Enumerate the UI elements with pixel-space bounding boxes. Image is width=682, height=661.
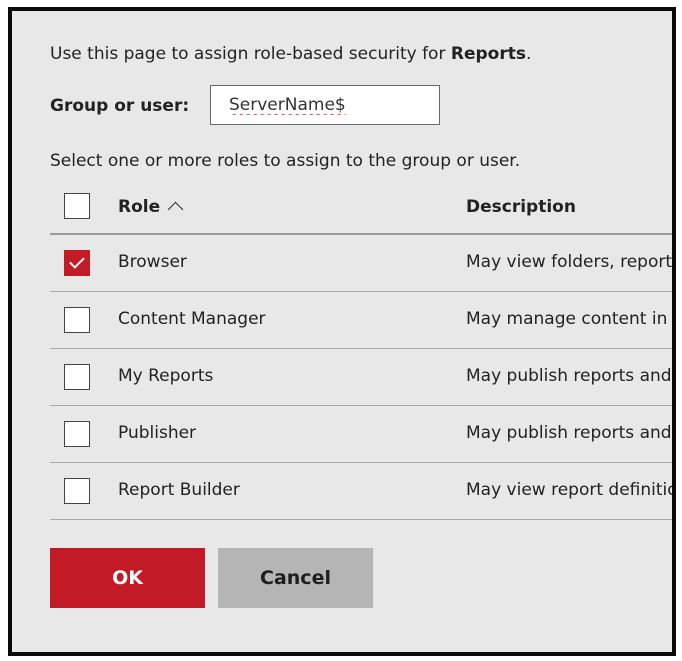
role-description: May manage content in the Report Server. <box>466 309 672 329</box>
instruction-text: Select one or more roles to assign to th… <box>50 151 521 171</box>
role-name: Publisher <box>118 423 197 443</box>
select-all-checkbox[interactable] <box>64 193 90 219</box>
ok-button[interactable]: OK <box>50 548 205 608</box>
role-column-label: Role <box>118 197 161 217</box>
table-row: Content Manager May manage content in the… <box>50 292 672 349</box>
intro-prefix: Use this page to assign role-based secur… <box>50 44 451 64</box>
intro-text: Use this page to assign role-based secur… <box>50 44 531 64</box>
table-row: Report Builder May view report definition… <box>50 463 676 520</box>
group-or-user-label: Group or user: <box>50 96 190 116</box>
intro-item-name: Reports <box>450 44 526 64</box>
roles-table-body: Browser May view folders, reports and sub… <box>50 235 676 520</box>
sort-ascending-icon <box>167 201 184 218</box>
role-column-header[interactable]: Role <box>118 197 184 218</box>
role-description: May publish reports and linked reports. <box>466 423 672 443</box>
role-description: May view folders, reports and subscribe … <box>466 252 676 272</box>
role-description: May publish reports and linked reports. <box>466 366 672 386</box>
group-or-user-input[interactable] <box>210 85 440 125</box>
role-checkbox[interactable] <box>64 364 90 390</box>
role-name: My Reports <box>118 366 214 386</box>
intro-suffix: . <box>525 44 532 64</box>
role-checkbox[interactable] <box>64 250 90 276</box>
role-name: Browser <box>118 252 187 272</box>
role-name: Report Builder <box>118 480 240 500</box>
role-name: Content Manager <box>118 309 266 329</box>
roles-table-header: Role Description <box>50 181 672 235</box>
table-row: Browser May view folders, reports and sub… <box>50 235 676 292</box>
cancel-button[interactable]: Cancel <box>218 548 373 608</box>
roles-table: Role Description Browser May view folders… <box>50 181 676 520</box>
role-checkbox[interactable] <box>64 478 90 504</box>
role-description: May view report definitions. <box>466 480 676 500</box>
role-checkbox[interactable] <box>64 421 90 447</box>
table-row: Publisher May publish reports and linked … <box>50 406 672 463</box>
role-assignment-dialog: Use this page to assign role-based secur… <box>8 7 676 656</box>
table-row: My Reports May publish reports and linked… <box>50 349 672 406</box>
description-column-header: Description <box>466 197 576 217</box>
role-checkbox[interactable] <box>64 307 90 333</box>
